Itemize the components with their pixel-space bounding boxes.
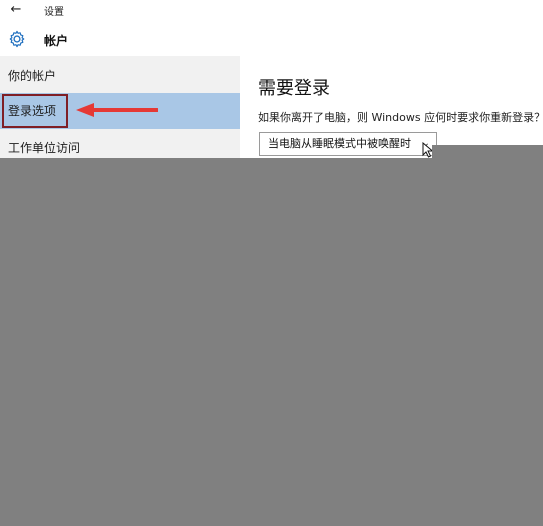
section-title: 需要登录 [258, 78, 330, 99]
gray-overlay-top [432, 145, 543, 158]
back-arrow-icon[interactable]: ← [8, 2, 24, 18]
window-title: 设置 [44, 7, 64, 18]
settings-window: ← 设置 帐户 你的帐户 登录选项 工作单位访问 需要登录 如果你离开了电脑，则… [0, 0, 543, 526]
page-title: 帐户 [44, 34, 69, 48]
sidebar-item-label: 你的帐户 [8, 69, 57, 83]
dropdown-value: 当电脑从睡眠模式中被唤醒时 [268, 137, 411, 150]
sidebar-item-label: 工作单位访问 [8, 141, 81, 155]
title-bar: ← 设置 [0, 0, 543, 20]
gray-overlay [0, 158, 543, 526]
gear-icon [9, 30, 25, 48]
section-description: 如果你离开了电脑，则 Windows 应何时要求你重新登录？ [258, 111, 543, 124]
sidebar-item-your-account[interactable]: 你的帐户 [0, 58, 240, 94]
sidebar-item-label: 登录选项 [8, 104, 57, 118]
annotation-arrow-icon [76, 103, 158, 117]
page-header: 帐户 [0, 22, 543, 56]
sign-in-requirement-dropdown[interactable]: 当电脑从睡眠模式中被唤醒时 ⌄ [259, 132, 437, 156]
